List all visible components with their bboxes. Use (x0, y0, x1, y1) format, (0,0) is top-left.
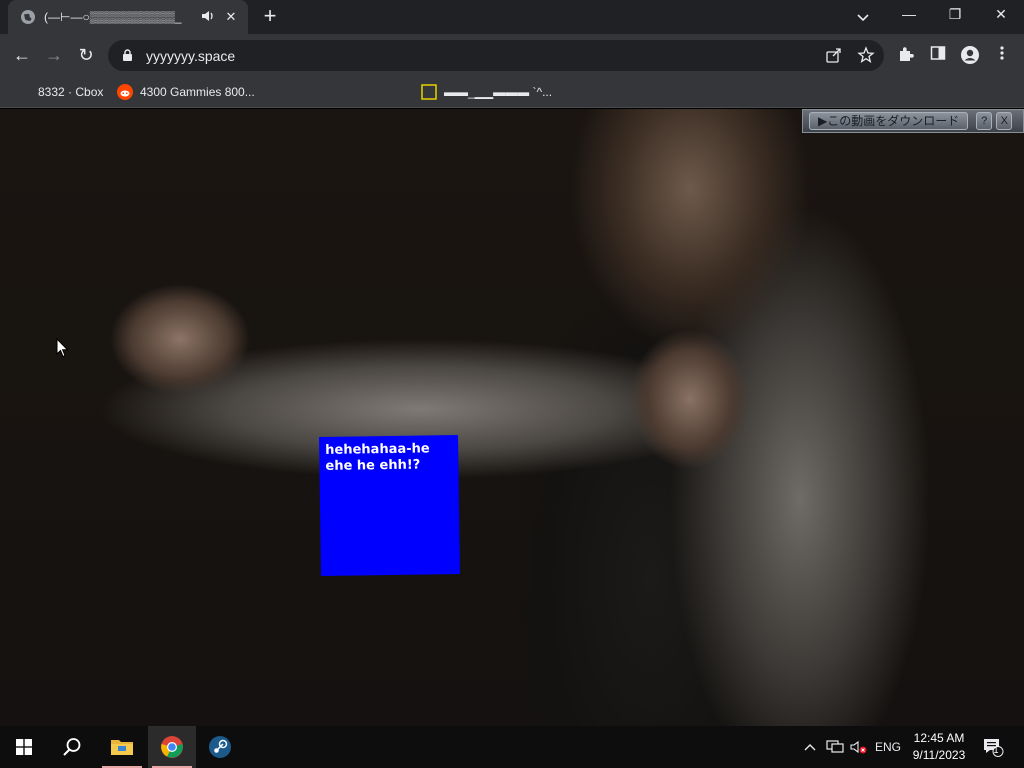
extensions-icon[interactable] (895, 45, 917, 67)
reddit-icon (117, 84, 133, 100)
globe-icon (20, 9, 36, 25)
bookmark-gammies[interactable]: 4300 Gammies 800... (117, 82, 255, 102)
reload-button[interactable]: ↻ (72, 42, 100, 70)
clock-time: 12:45 AM (913, 731, 965, 745)
bookmark-star-icon[interactable] (856, 46, 876, 66)
speaker-icon[interactable] (200, 10, 216, 25)
back-button[interactable]: ← (8, 42, 36, 70)
side-panel-icon[interactable] (927, 45, 949, 67)
blue-overlay-box: hehehahaa-he ehe he ehh!? (319, 435, 460, 576)
language-indicator[interactable]: ENG (872, 726, 904, 768)
folder-icon (111, 740, 133, 755)
chrome-icon (161, 736, 183, 758)
search-icon (63, 738, 81, 756)
lock-icon[interactable] (120, 49, 134, 63)
help-button[interactable]: ? (976, 112, 993, 130)
volume-muted-icon[interactable] (848, 726, 870, 768)
more-menu-icon[interactable] (991, 45, 1013, 67)
tab-strip: (—⊢—○▒▒▒▒▒▒▒▒▒▒_ ✕ + — ❐ ✕ (0, 0, 1024, 34)
mouse-cursor-icon (56, 337, 70, 358)
bookmarks-bar: 8332 · Cbox 4300 Gammies 800... ▬▬_▁▁▬▬▬… (0, 76, 1024, 108)
profile-avatar-icon[interactable] (959, 45, 981, 67)
bookmark-label: 8332 · Cbox (38, 85, 104, 99)
tab-close-button[interactable]: ✕ (222, 8, 240, 26)
tab-title: (—⊢—○▒▒▒▒▒▒▒▒▒▒_ (44, 10, 182, 24)
bookmark-cbox[interactable]: 8332 · Cbox (38, 82, 103, 102)
chevron-up-icon (804, 744, 816, 751)
yellow-square-icon (421, 84, 437, 100)
active-tab[interactable]: (—⊢—○▒▒▒▒▒▒▒▒▒▒_ ✕ (8, 0, 248, 34)
url-text[interactable]: yyyyyyy.space (146, 48, 235, 64)
network-icon[interactable] (824, 726, 846, 768)
tab-search-icon[interactable] (852, 6, 874, 28)
overlay-text: hehehahaa-he ehe he ehh!? (325, 441, 430, 474)
bookmark-label: 4300 Gammies 800... (140, 85, 255, 99)
action-center-button[interactable]: 1 (978, 726, 1008, 768)
file-explorer-button[interactable] (98, 726, 146, 768)
window-close-button[interactable]: ✕ (978, 0, 1024, 30)
search-button[interactable] (48, 726, 96, 768)
video-page[interactable]: ▶この動画をダウンロード ? X hehehahaa-he ehe he ehh… (0, 109, 1024, 726)
minimize-button[interactable]: — (886, 0, 932, 30)
windows-taskbar: ENG 12:45 AM 9/11/2023 1 (0, 726, 1024, 768)
chrome-taskbar-button[interactable] (148, 726, 196, 768)
bookmark-label: ▬▬_▁▁▬▬▬ `^... (444, 85, 553, 99)
new-tab-button[interactable]: + (258, 4, 282, 30)
address-bar[interactable]: yyyyyyy.space (108, 40, 884, 71)
bookmark-unnamed[interactable]: ▬▬_▁▁▬▬▬ `^... (421, 82, 552, 102)
steam-icon (209, 736, 231, 758)
download-video-button[interactable]: ▶この動画をダウンロード (809, 112, 969, 130)
windows-logo-icon (16, 739, 32, 755)
download-toolbar: ▶この動画をダウンロード ? X (802, 109, 1024, 133)
notification-count: 1 (993, 745, 999, 755)
download-close-button[interactable]: X (996, 112, 1013, 130)
start-button[interactable] (0, 726, 48, 768)
share-icon[interactable] (824, 46, 844, 66)
steam-taskbar-button[interactable] (196, 726, 244, 768)
clock-date: 9/11/2023 (912, 748, 966, 762)
show-hidden-icons-button[interactable] (800, 726, 820, 768)
forward-button[interactable]: → (40, 42, 68, 70)
system-clock[interactable]: 12:45 AM 9/11/2023 (906, 730, 972, 764)
maximize-button[interactable]: ❐ (932, 0, 978, 30)
